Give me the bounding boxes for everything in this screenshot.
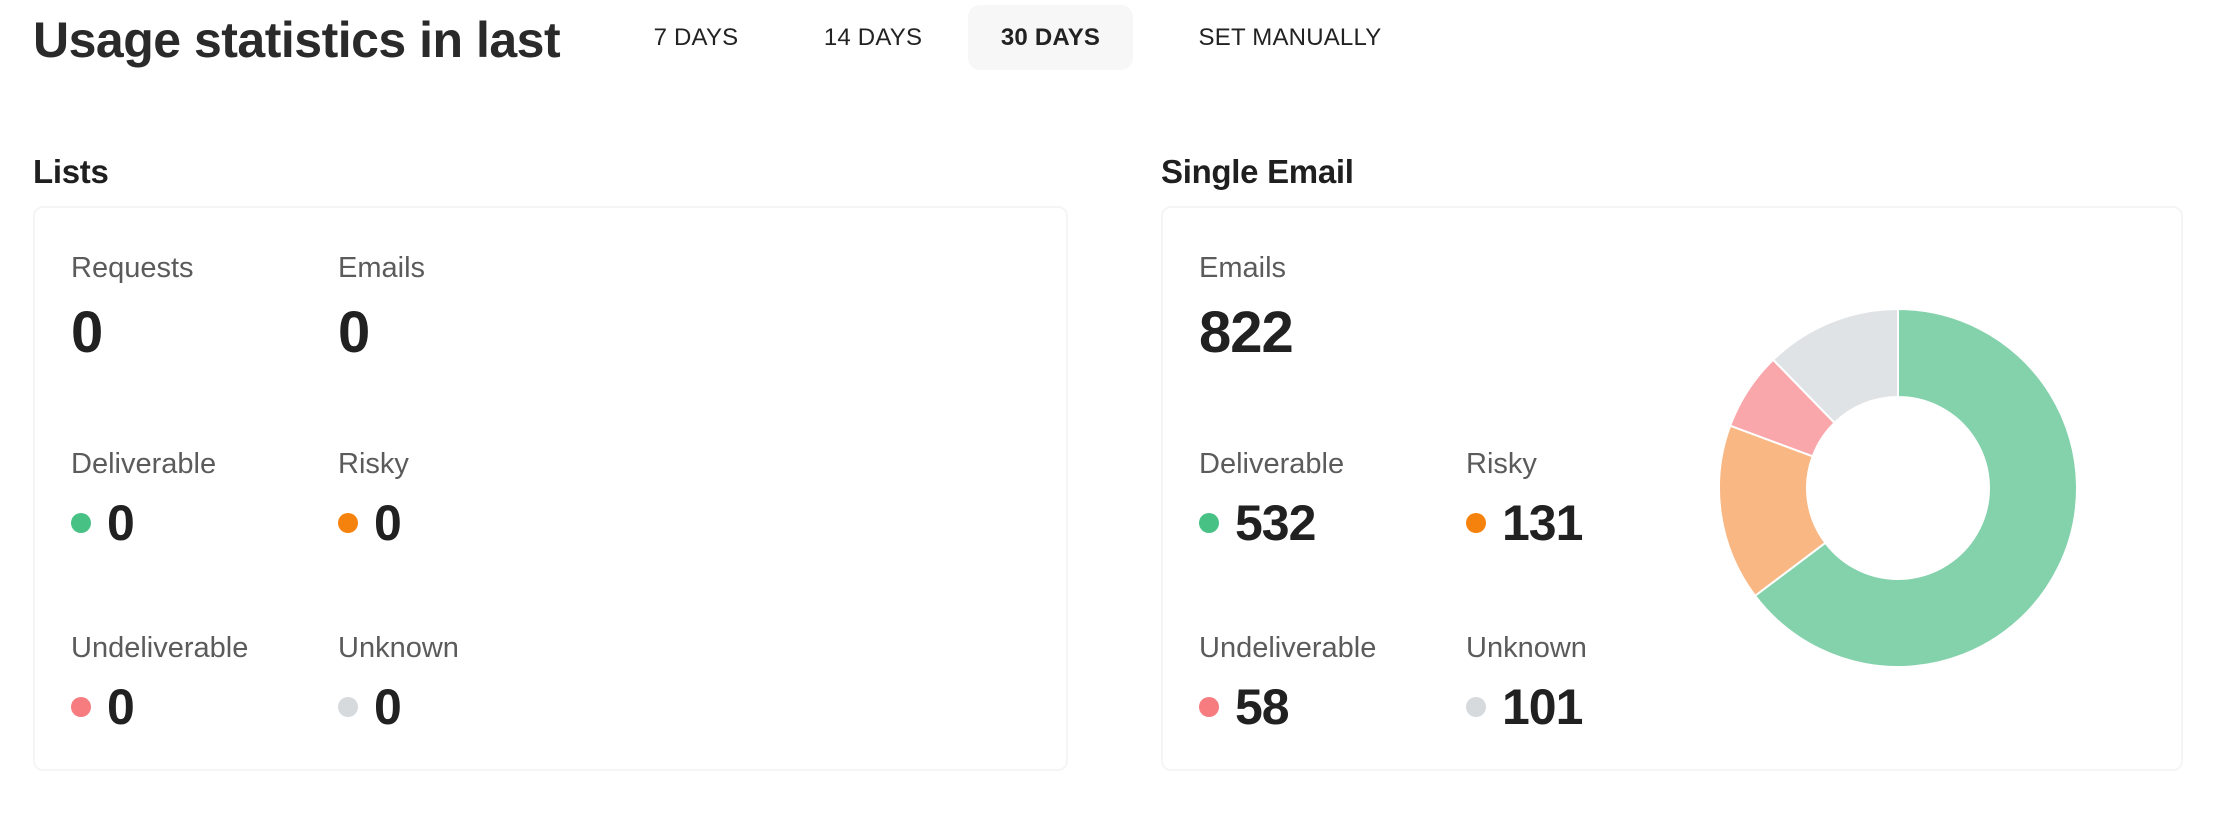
lists-section-title: Lists bbox=[33, 153, 109, 190]
single-email-card: Emails 822 Deliverable 532 Risky 131 Und… bbox=[1161, 206, 2183, 771]
risky-dot-icon bbox=[338, 513, 358, 533]
page-title: Usage statistics in last bbox=[33, 12, 561, 68]
lists-risky-stat: Risky 0 bbox=[338, 446, 409, 556]
deliverable-dot-icon bbox=[71, 513, 91, 533]
stat-value: 58 bbox=[1199, 674, 1376, 740]
single-deliverable-value: 532 bbox=[1235, 495, 1316, 551]
stat-value: 0 bbox=[71, 490, 216, 556]
lists-requests-value: 0 bbox=[71, 300, 103, 365]
single-deliverable-stat: Deliverable 532 bbox=[1199, 446, 1344, 556]
lists-undeliverable-value: 0 bbox=[107, 679, 135, 735]
stat-label: Unknown bbox=[1466, 632, 1587, 664]
lists-emails-stat: Emails 0 bbox=[338, 250, 425, 366]
single-undeliverable-stat: Undeliverable 58 bbox=[1199, 630, 1376, 740]
stat-label: Risky bbox=[1466, 448, 1537, 480]
stat-value: 0 bbox=[338, 674, 459, 740]
stat-label: Undeliverable bbox=[71, 632, 249, 664]
lists-card: Requests 0 Emails 0 Deliverable 0 Risky … bbox=[33, 206, 1068, 771]
single-unknown-value: 101 bbox=[1502, 679, 1583, 735]
stat-value: 0 bbox=[338, 490, 409, 556]
stat-label: Emails bbox=[1199, 252, 1287, 284]
lists-deliverable-stat: Deliverable 0 bbox=[71, 446, 216, 556]
stat-label: Deliverable bbox=[71, 448, 217, 480]
tab-set-manually[interactable]: SET MANUALLY bbox=[1180, 5, 1400, 70]
stat-value: 131 bbox=[1466, 490, 1583, 556]
lists-undeliverable-stat: Undeliverable 0 bbox=[71, 630, 248, 740]
unknown-dot-icon bbox=[338, 697, 358, 717]
undeliverable-dot-icon bbox=[1199, 697, 1219, 717]
deliverable-dot-icon bbox=[1199, 513, 1219, 533]
unknown-dot-icon bbox=[1466, 697, 1486, 717]
lists-risky-value: 0 bbox=[374, 495, 402, 551]
lists-deliverable-value: 0 bbox=[107, 495, 135, 551]
single-risky-value: 131 bbox=[1502, 495, 1583, 551]
stat-label: Unknown bbox=[338, 632, 459, 664]
tab-30-days[interactable]: 30 DAYS bbox=[968, 5, 1133, 70]
status-donut-chart bbox=[1718, 307, 2078, 668]
single-unknown-stat: Unknown 101 bbox=[1466, 630, 1587, 740]
stat-label: Risky bbox=[338, 448, 409, 480]
stat-label: Undeliverable bbox=[1199, 632, 1377, 664]
tab-7-days[interactable]: 7 DAYS bbox=[636, 5, 756, 70]
single-risky-stat: Risky 131 bbox=[1466, 446, 1583, 556]
stat-label: Requests bbox=[71, 252, 194, 284]
lists-unknown-stat: Unknown 0 bbox=[338, 630, 459, 740]
lists-emails-value: 0 bbox=[338, 300, 370, 365]
undeliverable-dot-icon bbox=[71, 697, 91, 717]
lists-requests-stat: Requests 0 bbox=[71, 250, 194, 366]
single-emails-value: 822 bbox=[1199, 300, 1294, 365]
stat-label: Emails bbox=[338, 252, 426, 284]
stat-value: 822 bbox=[1199, 300, 1294, 366]
stat-value: 532 bbox=[1199, 490, 1344, 556]
stat-value: 101 bbox=[1466, 674, 1587, 740]
stat-value: 0 bbox=[71, 300, 194, 366]
lists-unknown-value: 0 bbox=[374, 679, 402, 735]
single-undeliverable-value: 58 bbox=[1235, 679, 1290, 735]
single-email-section-title: Single Email bbox=[1161, 153, 1354, 190]
single-emails-stat: Emails 822 bbox=[1199, 250, 1294, 366]
tab-14-days[interactable]: 14 DAYS bbox=[808, 5, 938, 70]
stat-label: Deliverable bbox=[1199, 448, 1345, 480]
stat-value: 0 bbox=[71, 674, 248, 740]
risky-dot-icon bbox=[1466, 513, 1486, 533]
stat-value: 0 bbox=[338, 300, 425, 366]
